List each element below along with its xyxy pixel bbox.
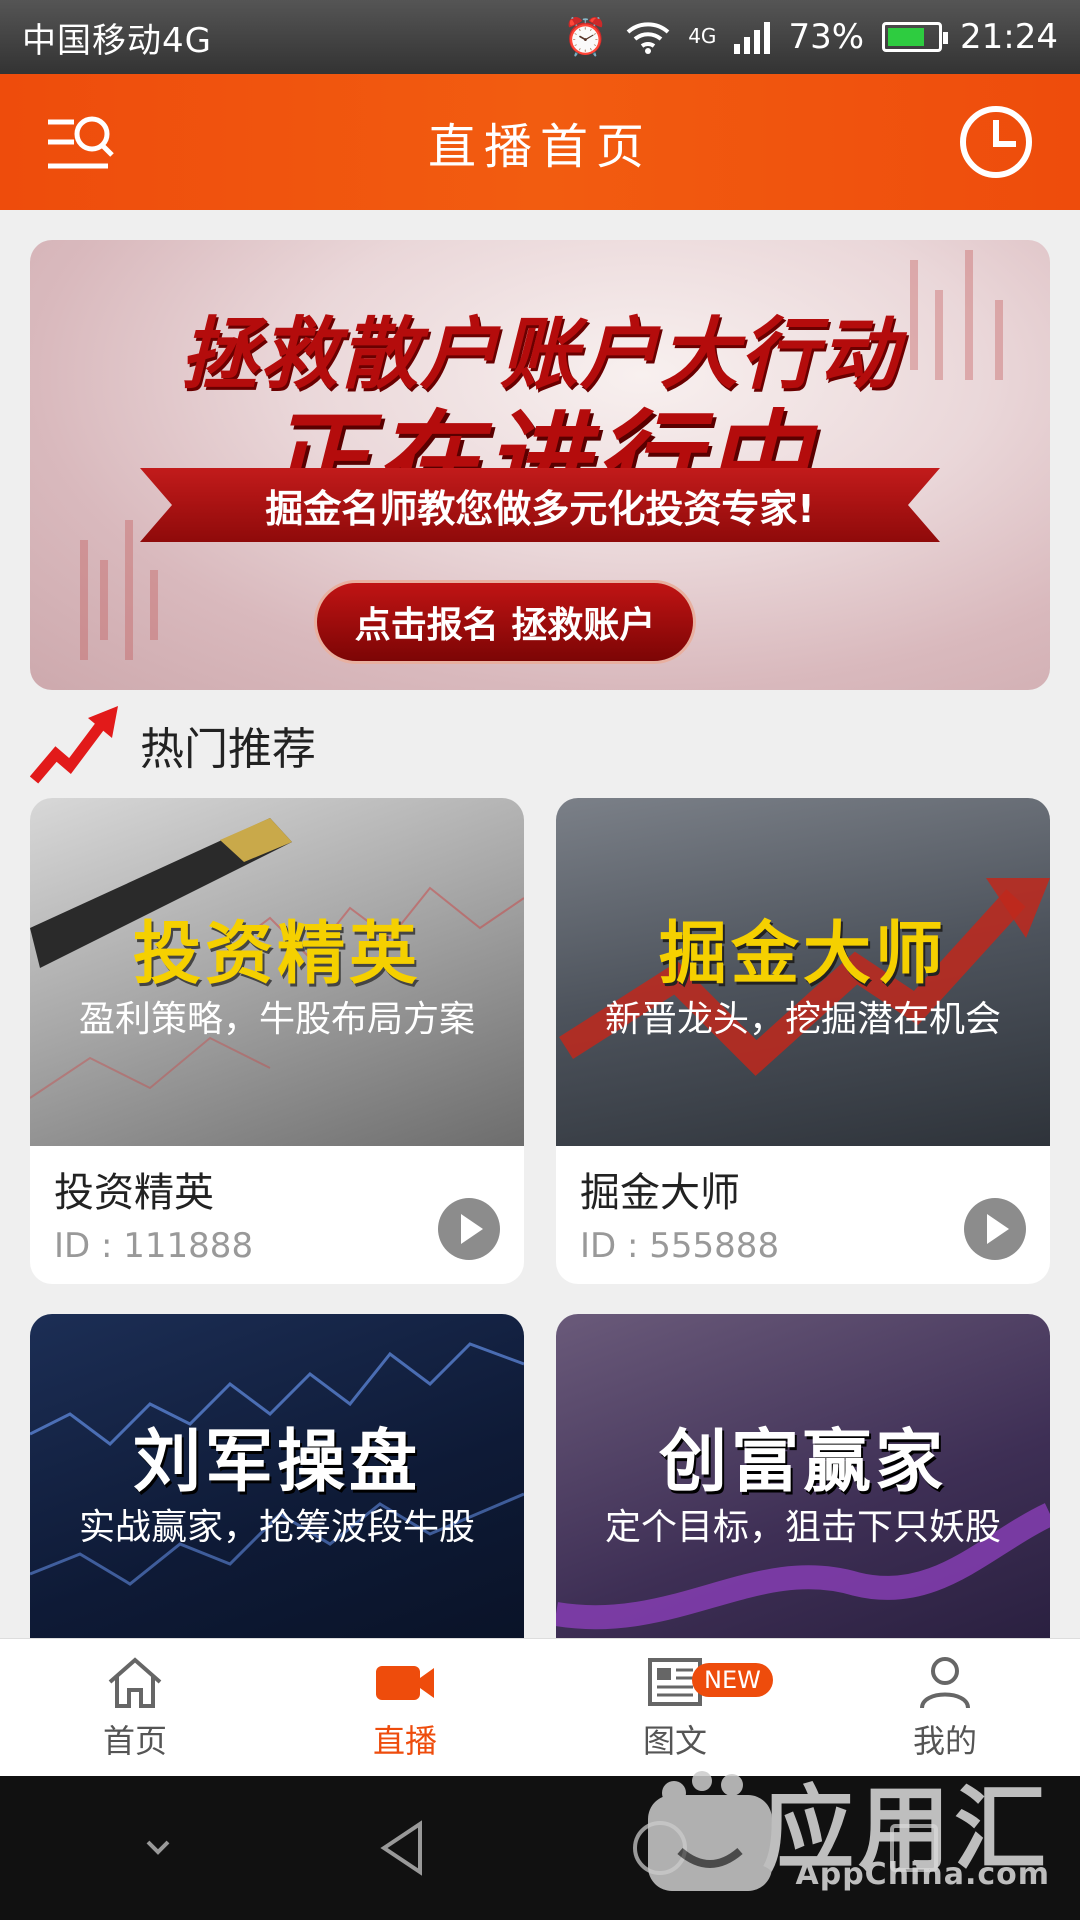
section-header: 热门推荐 [30, 700, 316, 790]
app-header: 直播首页 [0, 74, 1080, 210]
tab-label: 首页 [102, 1721, 167, 1760]
room-card-image: 投资精英 盈利策略，牛股布局方案 [30, 798, 524, 1146]
tab-label: 直播 [372, 1721, 437, 1760]
room-card-banner-title: 掘金大师 [658, 915, 947, 994]
room-card-banner-title: 投资精英 [132, 915, 421, 994]
video-camera-icon [376, 1665, 434, 1700]
room-card-image: 创富赢家 定个目标，狙击下只妖股 [556, 1314, 1050, 1638]
watermark-subtitle: AppChina.com [795, 1857, 1050, 1892]
room-card[interactable]: 刘军操盘 实战赢家，抢筹波段牛股 [30, 1314, 524, 1638]
play-icon[interactable] [438, 1198, 500, 1260]
history-clock-icon[interactable] [958, 104, 1034, 180]
battery-percent: 73% [788, 17, 865, 57]
room-id: ID : 555888 [580, 1226, 780, 1266]
room-card[interactable]: 创富赢家 定个目标，狙击下只妖股 [556, 1314, 1050, 1638]
wifi-icon [626, 22, 670, 54]
trend-up-icon [30, 706, 118, 784]
room-card-banner-subtitle: 定个目标，狙击下只妖股 [604, 1507, 1001, 1548]
network-type: 4G [688, 24, 717, 48]
tab-live[interactable]: 直播 [270, 1639, 540, 1776]
collapse-icon[interactable] [138, 1828, 178, 1868]
home-icon [108, 1656, 162, 1708]
room-card-banner-subtitle: 盈利策略，牛股布局方案 [78, 999, 475, 1040]
banner-ribbon: 掘金名师教您做多元化投资专家! [140, 468, 940, 542]
status-bar: 中国移动4G ⏰ 4G 73% 21:24 [0, 0, 1080, 74]
appchina-logo-icon [648, 1771, 772, 1891]
room-name: 投资精英 [54, 1170, 214, 1216]
clock: 21:24 [960, 17, 1058, 57]
search-menu-icon[interactable] [40, 108, 120, 178]
play-icon[interactable] [964, 1198, 1026, 1260]
carrier-label: 中国移动4G [22, 20, 212, 61]
new-badge: NEW [692, 1663, 773, 1697]
room-id: ID : 111888 [54, 1226, 254, 1266]
battery-icon [882, 22, 949, 52]
room-name: 掘金大师 [580, 1170, 740, 1216]
room-card-banner-subtitle: 新晋龙头，挖掘潜在机会 [604, 999, 1001, 1040]
signup-button[interactable]: 点击报名 拯救账户 [314, 580, 696, 664]
back-icon[interactable] [374, 1818, 434, 1878]
tab-home[interactable]: 首页 [0, 1639, 270, 1776]
page-title: 直播首页 [427, 119, 652, 175]
alarm-icon: ⏰ [563, 17, 609, 58]
room-card-banner-subtitle: 实战赢家，抢筹波段牛股 [78, 1507, 475, 1548]
user-icon [920, 1656, 970, 1708]
promo-banner[interactable]: 拯救散户账户大行动 正在进行中 掘金名师教您做多元化投资专家! 点击报名 拯救账… [30, 240, 1050, 690]
room-card[interactable]: 掘金大师 新晋龙头，挖掘潜在机会 掘金大师 ID : 555888 [556, 798, 1050, 1284]
room-card-image: 掘金大师 新晋龙头，挖掘潜在机会 [556, 798, 1050, 1146]
appchina-watermark: 应用汇 AppChina.com [640, 1745, 1070, 1895]
room-card-banner-title: 创富赢家 [658, 1423, 947, 1502]
signal-icon [734, 20, 771, 54]
section-title: 热门推荐 [140, 724, 316, 775]
room-card-banner-title: 刘军操盘 [132, 1423, 421, 1502]
room-card[interactable]: 投资精英 盈利策略，牛股布局方案 投资精英 ID : 111888 [30, 798, 524, 1284]
room-card-image: 刘军操盘 实战赢家，抢筹波段牛股 [30, 1314, 524, 1638]
